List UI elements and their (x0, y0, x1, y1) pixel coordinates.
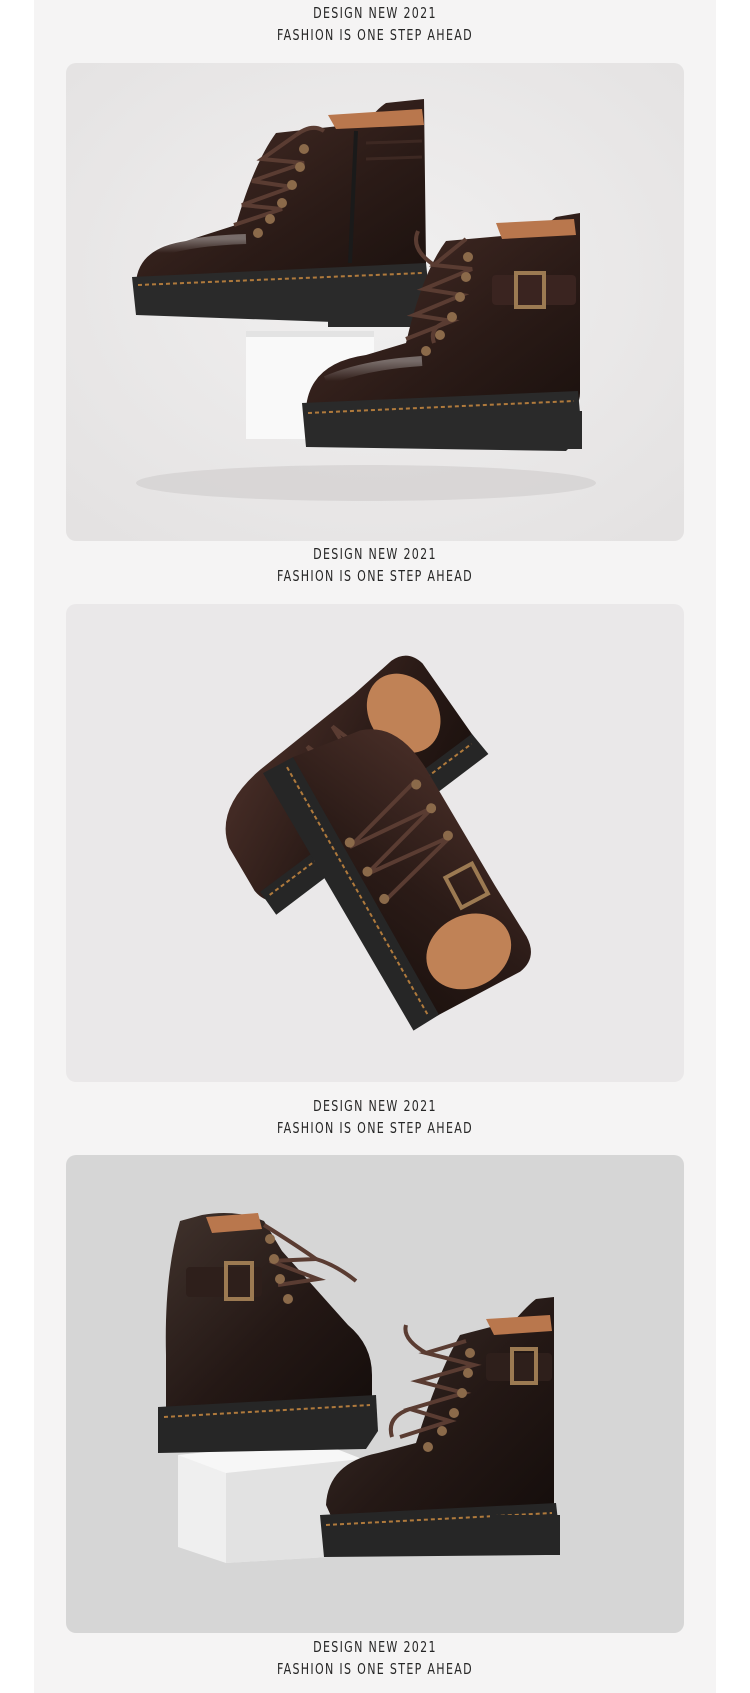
caption-tagline: FASHION IS ONE STEP AHEAD (277, 1660, 473, 1678)
boot-pair-top-view-icon (66, 604, 684, 1082)
caption-block-1: DESIGN NEW 2021 FASHION IS ONE STEP AHEA… (0, 2, 750, 46)
caption-block-4: DESIGN NEW 2021 FASHION IS ONE STEP AHEA… (0, 1636, 750, 1680)
product-photo-back-view (66, 1155, 684, 1633)
caption-tagline: FASHION IS ONE STEP AHEAD (277, 26, 473, 44)
caption-headline: DESIGN NEW 2021 (313, 1638, 437, 1656)
caption-headline: DESIGN NEW 2021 (313, 4, 437, 22)
caption-block-3: DESIGN NEW 2021 FASHION IS ONE STEP AHEA… (0, 1095, 750, 1139)
product-detail-page: DESIGN NEW 2021 FASHION IS ONE STEP AHEA… (0, 0, 750, 1693)
caption-tagline: FASHION IS ONE STEP AHEAD (277, 567, 473, 585)
boot-pair-side-view-icon (66, 63, 684, 541)
boot-pair-back-view-icon (66, 1155, 684, 1633)
caption-block-2: DESIGN NEW 2021 FASHION IS ONE STEP AHEA… (0, 543, 750, 587)
caption-headline: DESIGN NEW 2021 (313, 1097, 437, 1115)
caption-headline: DESIGN NEW 2021 (313, 545, 437, 563)
product-photo-side-view (66, 63, 684, 541)
product-photo-top-view (66, 604, 684, 1082)
caption-tagline: FASHION IS ONE STEP AHEAD (277, 1119, 473, 1137)
